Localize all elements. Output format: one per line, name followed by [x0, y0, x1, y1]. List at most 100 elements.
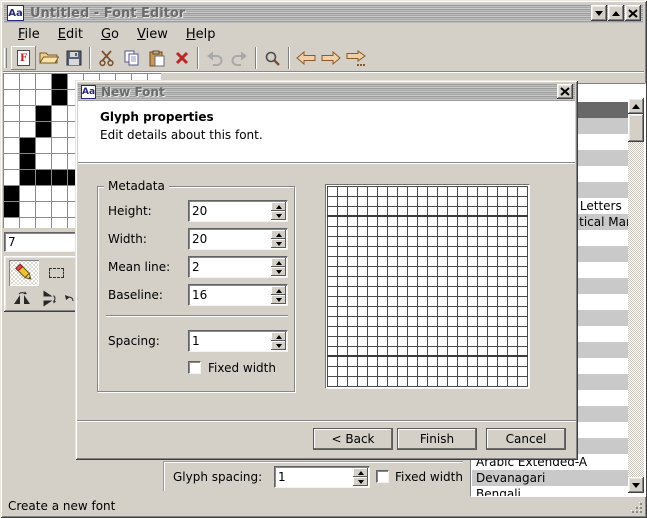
arrow-down-icon [276, 270, 282, 274]
menu-help[interactable]: Help [177, 26, 225, 43]
flip-vertical-button[interactable] [36, 288, 61, 309]
spin-up-button[interactable] [271, 230, 286, 239]
window-close-button[interactable] [625, 5, 641, 21]
spin-down-button[interactable] [271, 295, 286, 304]
metadata-group: Metadata Height: Width: Mean line: [97, 186, 295, 392]
mean-line-input[interactable] [192, 259, 269, 275]
window-shade-button[interactable] [591, 5, 607, 21]
arrow-up-icon [632, 104, 640, 109]
spin-down-button[interactable] [271, 341, 286, 350]
menu-view[interactable]: View [128, 26, 177, 43]
select-tool-button[interactable] [41, 260, 71, 286]
glyph-spacing-field[interactable] [274, 466, 370, 488]
height-spinner[interactable] [271, 202, 286, 220]
width-spinner[interactable] [271, 230, 286, 248]
menu-go[interactable]: Go [92, 26, 128, 43]
open-button[interactable] [36, 46, 61, 70]
dialog-title-bar[interactable]: Aa New Font [78, 83, 575, 101]
glyph-pixel[interactable] [4, 186, 19, 201]
glyph-pixel[interactable] [36, 122, 51, 137]
baseline-field[interactable] [188, 284, 288, 306]
redo-button[interactable] [227, 46, 252, 70]
baseline-spinner[interactable] [271, 286, 286, 304]
flip-horizontal-button[interactable] [9, 288, 34, 309]
arrow-up-icon [276, 289, 282, 293]
dialog-close-button[interactable] [557, 84, 573, 99]
back-arrow-icon [296, 51, 316, 65]
spin-up-button[interactable] [271, 332, 286, 341]
glyph-pixel[interactable] [20, 154, 35, 169]
list-scrollbar[interactable] [628, 98, 644, 493]
glyph-pixel[interactable] [52, 74, 67, 89]
window-maximize-button[interactable] [608, 5, 624, 21]
glyph-pixel[interactable] [36, 106, 51, 121]
menu-edit[interactable]: Edit [49, 26, 92, 43]
spin-down-button[interactable] [271, 267, 286, 276]
width-field[interactable] [188, 228, 288, 250]
spin-up-button[interactable] [353, 468, 368, 477]
mean-line-field[interactable] [188, 256, 288, 278]
baseline-marker [327, 355, 528, 357]
delete-button[interactable] [169, 46, 194, 70]
glyph-pixel[interactable] [4, 202, 19, 217]
cancel-button[interactable]: Cancel [486, 428, 566, 450]
spin-up-button[interactable] [271, 286, 286, 295]
glyph-pixel[interactable] [52, 170, 67, 185]
spacing-spinner[interactable] [271, 332, 286, 350]
arrow-down-icon [276, 214, 282, 218]
menu-file[interactable]: File [9, 26, 49, 43]
back-button[interactable] [293, 46, 318, 70]
dialog-fixed-width-checkbox[interactable] [188, 361, 201, 374]
pencil-tool-button[interactable] [9, 260, 39, 286]
back-wizard-button[interactable]: < Back [313, 428, 393, 450]
width-input[interactable] [192, 231, 269, 247]
spin-down-button[interactable] [353, 477, 368, 486]
cut-scissors-icon [98, 49, 116, 67]
arrow-down-icon [276, 242, 282, 246]
spacing-field[interactable] [188, 330, 288, 352]
spacing-input[interactable] [192, 333, 269, 349]
toolbar-grip[interactable] [4, 48, 7, 68]
mean-line-spinner[interactable] [271, 258, 286, 276]
list-item[interactable]: Devanagari [472, 470, 630, 486]
new-font-button[interactable]: F [11, 46, 36, 70]
spin-up-button[interactable] [271, 202, 286, 211]
spin-down-button[interactable] [271, 239, 286, 248]
scroll-up-button[interactable] [628, 98, 644, 114]
paste-button[interactable] [144, 46, 169, 70]
undo-button[interactable] [202, 46, 227, 70]
glyph-pixel[interactable] [36, 170, 51, 185]
copy-icon [123, 50, 141, 66]
scroll-down-button[interactable] [628, 477, 644, 493]
zoom-button[interactable] [260, 46, 285, 70]
flip-horizontal-icon [12, 291, 32, 306]
fixed-width-checkbox[interactable] [376, 470, 389, 483]
list-item[interactable]: Bengali [472, 486, 630, 497]
dialog-icon: Aa [81, 85, 96, 99]
mean-line-marker [327, 215, 528, 217]
height-input[interactable] [192, 203, 269, 219]
save-button[interactable] [61, 46, 86, 70]
glyph-pixel[interactable] [52, 90, 67, 105]
cut-button[interactable] [94, 46, 119, 70]
goto-glyph-button[interactable] [343, 46, 368, 70]
resize-grip[interactable] [630, 501, 643, 514]
glyph-spacing-spinner[interactable] [353, 468, 368, 486]
save-floppy-icon [66, 50, 82, 66]
arrow-down-icon [632, 483, 640, 488]
dialog-header: Glyph properties Edit details about this… [78, 101, 575, 162]
glyph-pixel[interactable] [20, 138, 35, 153]
finish-button[interactable]: Finish [397, 428, 477, 450]
height-field[interactable] [188, 200, 288, 222]
scrollbar-thumb[interactable] [628, 114, 644, 142]
spin-down-button[interactable] [271, 211, 286, 220]
baseline-input[interactable] [192, 287, 269, 303]
glyph-pixel[interactable] [20, 170, 35, 185]
title-bar[interactable]: Aa Untitled - Font Editor [4, 4, 643, 23]
forward-button[interactable] [318, 46, 343, 70]
glyph-spacing-input[interactable] [278, 469, 351, 485]
redo-icon [230, 50, 249, 66]
copy-button[interactable] [119, 46, 144, 70]
chevron-down-icon [595, 11, 603, 20]
spin-up-button[interactable] [271, 258, 286, 267]
